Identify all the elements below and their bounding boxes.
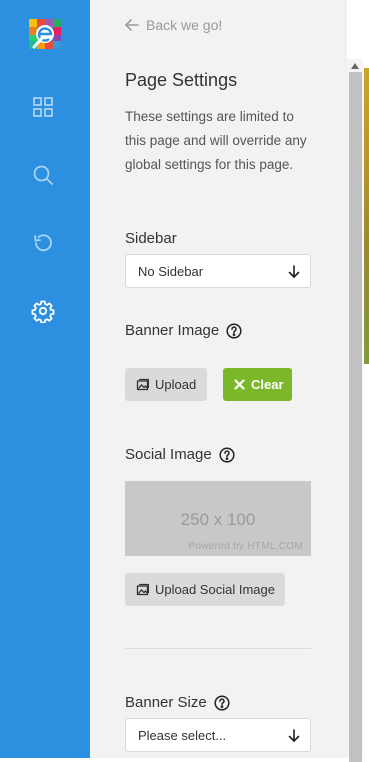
nav-history-button[interactable] <box>29 229 57 257</box>
scrollbar-thumb[interactable] <box>349 72 362 762</box>
banner-size-label-text: Banner Size <box>125 694 207 711</box>
nav-search-button[interactable] <box>29 161 57 189</box>
social-image-label: Social Image <box>125 446 235 463</box>
placeholder-dimensions: 250 x 100 <box>180 510 256 529</box>
sidebar-select-value: No Sidebar <box>138 263 204 279</box>
grid-icon <box>33 97 53 117</box>
page-title: Page Settings <box>125 70 238 90</box>
history-icon <box>34 234 52 252</box>
help-icon[interactable] <box>219 446 235 463</box>
banner-clear-button[interactable]: Clear <box>223 368 292 401</box>
nav-settings-button[interactable] <box>29 297 57 325</box>
help-icon[interactable] <box>226 322 242 339</box>
social-upload-button[interactable]: Upload Social Image <box>125 573 285 606</box>
social-upload-label: Upload Social Image <box>155 582 275 597</box>
section-divider <box>125 648 311 649</box>
image-icon <box>136 378 149 391</box>
page-description: These settings are limited to this page … <box>125 109 307 172</box>
scroll-up-arrow-icon[interactable] <box>350 62 360 70</box>
editor-logo-icon[interactable] <box>29 19 61 49</box>
close-icon <box>234 379 245 390</box>
page-preview-image <box>364 68 369 364</box>
back-link[interactable]: Back we go! <box>124 15 222 35</box>
placeholder-credit: Powered by HTML.COM <box>188 541 303 552</box>
banner-size-select-value: Please select... <box>138 727 227 743</box>
sidebar-select[interactable]: No Sidebar <box>125 254 311 288</box>
page-settings-panel: Back we go! Page Settings These settings… <box>90 0 347 758</box>
icon-rail <box>0 0 90 758</box>
banner-clear-label: Clear <box>251 377 284 392</box>
banner-size-label: Banner Size <box>125 694 230 711</box>
arrow-left-icon <box>125 19 139 31</box>
arrow-down-icon <box>288 265 300 278</box>
back-link-label: Back we go! <box>146 17 223 33</box>
banner-upload-label: Upload <box>155 377 197 392</box>
help-icon[interactable] <box>214 694 230 711</box>
image-icon <box>136 583 149 596</box>
banner-image-label: Banner Image <box>125 322 242 339</box>
nav-blocks-button[interactable] <box>29 93 57 121</box>
banner-image-label-text: Banner Image <box>125 322 220 339</box>
panel-scrollbar[interactable] <box>347 59 363 762</box>
arrow-down-icon <box>288 729 300 742</box>
search-icon <box>33 165 53 185</box>
social-image-label-text: Social Image <box>125 446 212 463</box>
social-image-placeholder: 250 x 100 Powered by HTML.COM <box>125 481 311 556</box>
gear-icon <box>31 300 55 323</box>
banner-size-select[interactable]: Please select... <box>125 718 311 752</box>
sidebar-label: Sidebar <box>125 230 177 247</box>
sidebar-label-text: Sidebar <box>125 230 177 247</box>
banner-upload-button[interactable]: Upload <box>125 368 207 401</box>
